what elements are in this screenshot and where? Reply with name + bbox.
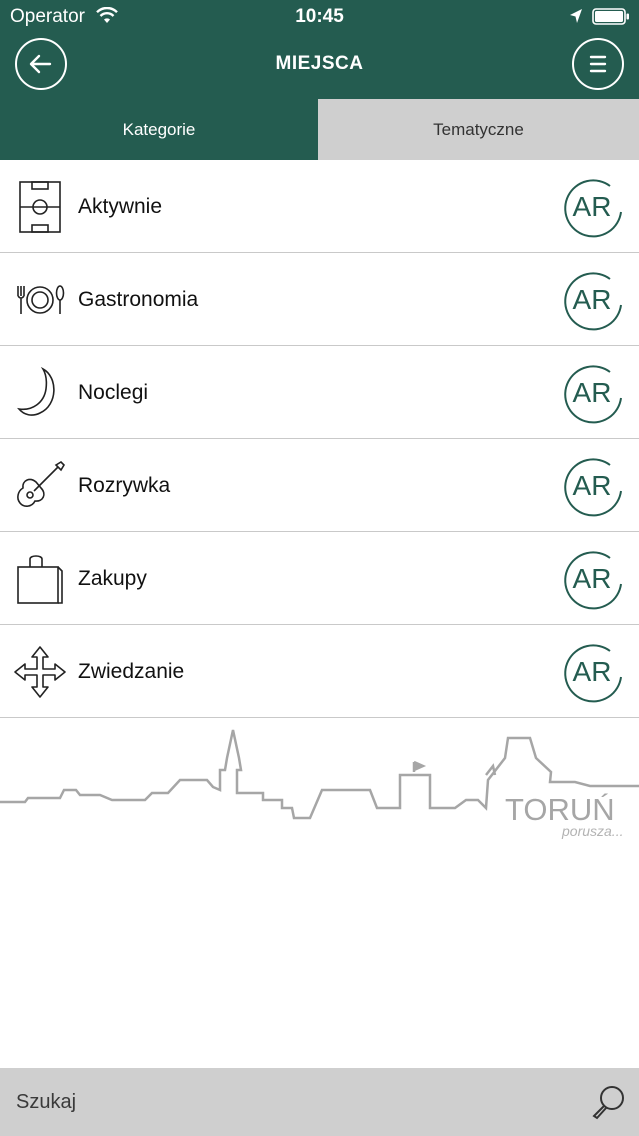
ar-label: AR — [572, 656, 612, 687]
magnifier-icon[interactable] — [590, 1084, 626, 1120]
list-item-aktywnie[interactable]: Aktywnie AR — [0, 160, 639, 253]
brand-tagline: porusza... — [562, 823, 624, 839]
page-title: MIEJSCA — [275, 53, 364, 74]
football-pitch-icon — [19, 181, 61, 233]
category-label: Zwiedzanie — [78, 660, 185, 683]
ar-button[interactable]: AR — [560, 362, 624, 426]
plate-cutlery-icon — [17, 285, 65, 314]
category-label: Aktywnie — [78, 195, 163, 218]
ar-label: AR — [572, 284, 612, 315]
category-label: Rozrywka — [78, 474, 171, 497]
ar-label: AR — [572, 470, 612, 501]
ar-button[interactable]: AR — [560, 455, 624, 519]
ar-button[interactable]: AR — [560, 269, 624, 333]
category-label: Gastronomia — [78, 288, 199, 311]
moon-icon — [17, 367, 55, 416]
status-time: 10:45 — [295, 6, 344, 27]
search-bar — [0, 1068, 639, 1136]
ar-label: AR — [572, 377, 612, 408]
location-arrow-icon — [570, 9, 582, 23]
tab-kategorie[interactable]: Kategorie — [0, 99, 318, 160]
category-list: Aktywnie AR Gastronomia AR Noclegi AR Ro… — [0, 160, 639, 718]
search-input[interactable] — [0, 1068, 580, 1136]
shopping-bag-icon — [17, 555, 63, 604]
list-item-noclegi[interactable]: Noclegi AR — [0, 346, 639, 439]
list-item-zakupy[interactable]: Zakupy AR — [0, 532, 639, 625]
status-bar: Operator 10:45 — [0, 0, 639, 33]
city-skyline-illustration — [0, 729, 639, 820]
tab-bar: Kategorie Tematyczne — [0, 99, 639, 160]
move-arrows-icon — [14, 646, 66, 698]
ar-label: AR — [572, 191, 612, 222]
category-label: Zakupy — [78, 567, 147, 590]
top-bar: Operator 10:45 MIEJSCA — [0, 0, 639, 99]
ar-label: AR — [572, 563, 612, 594]
list-item-gastronomia[interactable]: Gastronomia AR — [0, 253, 639, 346]
list-item-zwiedzanie[interactable]: Zwiedzanie AR — [0, 625, 639, 718]
ar-button[interactable]: AR — [560, 548, 624, 612]
menu-button[interactable] — [572, 38, 624, 90]
hamburger-menu-icon — [589, 55, 607, 73]
tab-tematyczne[interactable]: Tematyczne — [318, 99, 639, 160]
list-item-rozrywka[interactable]: Rozrywka AR — [0, 439, 639, 532]
ar-button[interactable]: AR — [560, 176, 624, 240]
category-label: Noclegi — [78, 381, 149, 404]
guitar-icon — [17, 460, 66, 507]
battery-icon — [592, 8, 629, 25]
ar-button[interactable]: AR — [560, 641, 624, 705]
